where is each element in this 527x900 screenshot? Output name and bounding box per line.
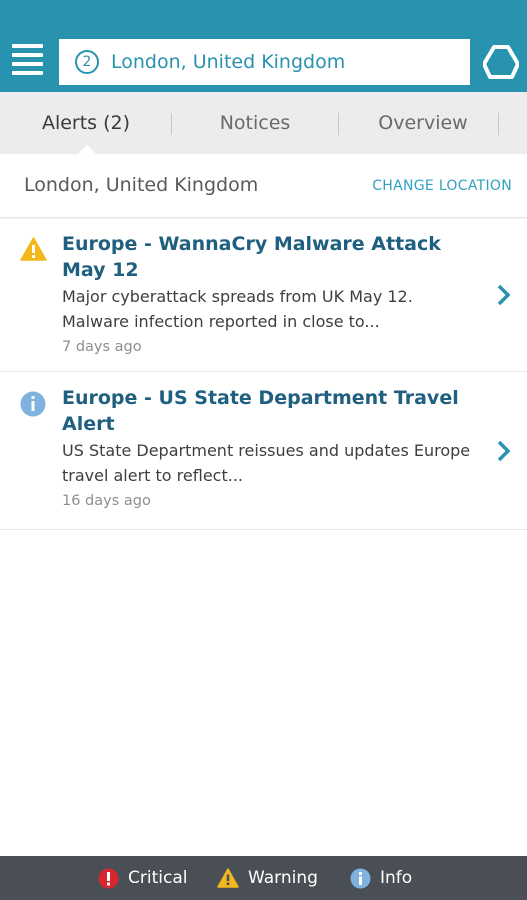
tab-divider <box>498 113 499 135</box>
alert-count-badge: 2 <box>75 50 99 74</box>
tab-overview[interactable]: Overview <box>338 92 508 154</box>
legend-critical: Critical <box>98 856 187 900</box>
info-icon <box>350 868 371 888</box>
app-logo-icon[interactable] <box>483 45 519 79</box>
chevron-right-icon <box>497 284 511 306</box>
chevron-right-icon <box>497 440 511 462</box>
alert-timestamp: 7 days ago <box>62 339 142 355</box>
alert-list-item[interactable]: Europe - US State Department Travel Aler… <box>0 373 527 530</box>
alert-timestamp: 16 days ago <box>62 493 151 509</box>
top-bar: 2 London, United Kingdom <box>0 0 527 92</box>
severity-legend: Critical Warning Info <box>0 856 527 900</box>
alert-title: Europe - US State Department Travel Aler… <box>62 387 459 435</box>
legend-warning-label: Warning <box>248 868 318 888</box>
change-location-link[interactable]: CHANGE LOCATION <box>372 178 512 194</box>
app-screen: 2 London, United Kingdom Alerts (2) Noti… <box>0 0 527 900</box>
location-search-value: London, United Kingdom <box>111 51 346 73</box>
legend-warning: Warning <box>217 856 318 900</box>
location-name: London, United Kingdom <box>24 174 259 196</box>
legend-info-label: Info <box>380 868 413 888</box>
warning-icon <box>217 868 239 888</box>
legend-info: Info <box>350 856 412 900</box>
info-icon <box>20 391 46 417</box>
legend-critical-label: Critical <box>128 868 188 888</box>
alert-list-item[interactable]: Europe - WannaCry Malware Attack May 12 … <box>0 219 527 372</box>
alert-summary: Major cyberattack spreads from UK May 12… <box>62 287 413 331</box>
location-row: London, United Kingdom CHANGE LOCATION <box>0 154 527 218</box>
location-search-field[interactable]: 2 London, United Kingdom <box>59 39 470 85</box>
tab-notices[interactable]: Notices <box>172 92 338 154</box>
hamburger-menu-icon[interactable] <box>12 44 43 75</box>
active-tab-pointer <box>78 145 96 154</box>
warning-icon <box>20 237 47 261</box>
critical-icon <box>98 868 119 888</box>
alert-title: Europe - WannaCry Malware Attack May 12 <box>62 233 441 281</box>
alert-summary: US State Department reissues and updates… <box>62 441 471 485</box>
